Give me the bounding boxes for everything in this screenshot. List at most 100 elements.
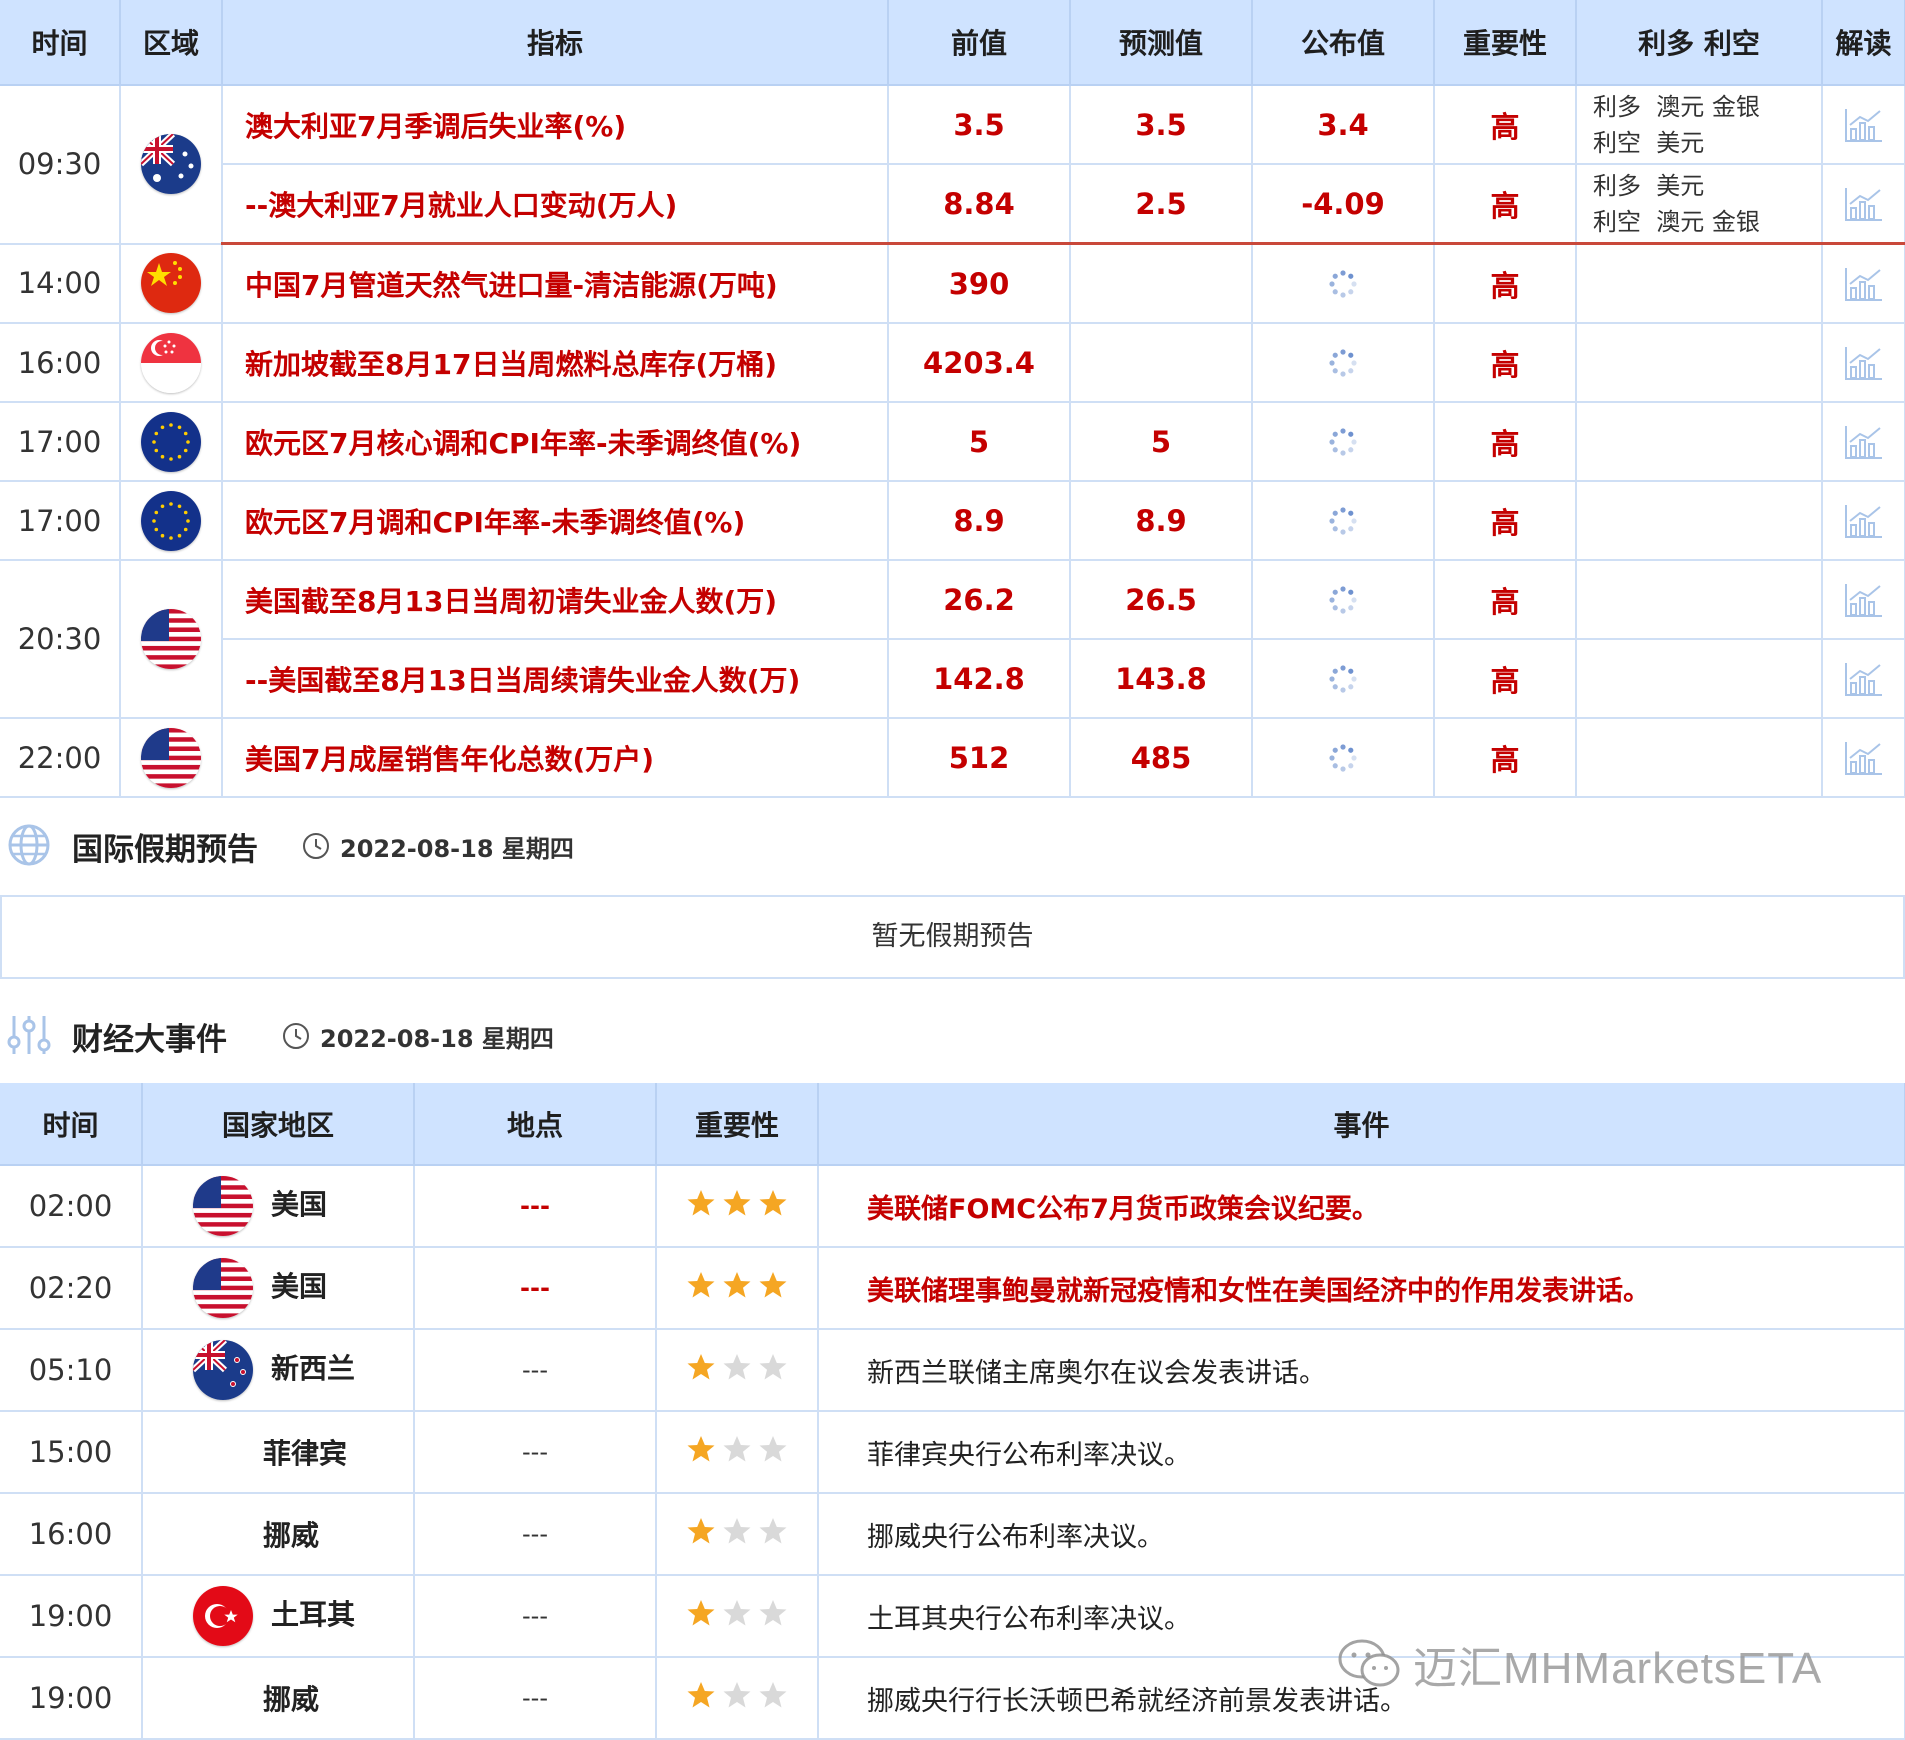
event-row: 05:10 新西兰 --- 新西兰联储主席奥尔在议会发表讲话。 bbox=[0, 1329, 1905, 1412]
actual-value-pending bbox=[1252, 402, 1435, 482]
events-section-date: 2022-08-18 星期四 bbox=[320, 1025, 554, 1053]
interpret-chart-button[interactable] bbox=[1822, 718, 1905, 798]
region-flag-cell bbox=[120, 560, 223, 719]
star-icon bbox=[687, 1271, 715, 1297]
bear-text: 利空 美元 bbox=[1593, 128, 1705, 157]
holiday-section-date: 2022-08-18 星期四 bbox=[340, 835, 574, 863]
star-icon bbox=[723, 1271, 751, 1297]
col-importance: 重要性 bbox=[1434, 0, 1577, 86]
release-time: 14:00 bbox=[0, 243, 121, 324]
china-flag-icon bbox=[141, 253, 201, 314]
interpret-chart-button[interactable] bbox=[1822, 243, 1905, 324]
importance-stars bbox=[686, 1680, 788, 1710]
indicator-row: --澳大利亚7月就业人口变动(万人) 8.84 2.5 -4.09 高利多 美元 利空 澳… bbox=[0, 164, 1905, 245]
event-description[interactable]: 挪威央行公布利率决议。 bbox=[818, 1493, 1905, 1576]
loading-spinner-icon bbox=[1253, 505, 1433, 537]
bull-bear-cell: 利多 美元 利空 澳元 金银 bbox=[1576, 164, 1823, 245]
event-description[interactable]: 美联储理事鲍曼就新冠疫情和女性在美国经济中的作用发表讲话。 bbox=[818, 1247, 1905, 1330]
importance-level: 高 bbox=[1434, 481, 1577, 561]
release-time: 22:00 bbox=[0, 718, 121, 798]
interpret-chart-button[interactable] bbox=[1822, 639, 1905, 719]
star-icon bbox=[723, 1599, 751, 1625]
indicator-name[interactable]: --澳大利亚7月就业人口变动(万人) bbox=[222, 164, 889, 245]
star-icon bbox=[759, 1517, 787, 1543]
importance-level: 高 bbox=[1434, 718, 1577, 798]
clock-icon bbox=[283, 1023, 309, 1049]
indicator-row: --美国截至8月13日当周续请失业金人数(万) 142.8 143.8 高 bbox=[0, 639, 1905, 719]
indicator-row: 14:00 中国7月管道天然气进口量-清洁能源(万吨) 390 高 bbox=[0, 243, 1905, 324]
importance-level: 高 bbox=[1434, 164, 1577, 245]
loading-spinner-icon bbox=[1253, 268, 1433, 300]
col-interpret: 解读 bbox=[1822, 0, 1905, 86]
interpret-chart-button[interactable] bbox=[1822, 85, 1905, 165]
chart-icon bbox=[1823, 345, 1904, 381]
event-country: 美国 bbox=[142, 1247, 415, 1330]
interpret-chart-button[interactable] bbox=[1822, 323, 1905, 403]
event-description[interactable]: 菲律宾央行公布利率决议。 bbox=[818, 1411, 1905, 1494]
indicator-name[interactable]: 欧元区7月核心调和CPI年率-未季调终值(%) bbox=[222, 402, 889, 482]
bear-text: 利空 澳元 金银 bbox=[1593, 207, 1760, 236]
bull-bear-cell bbox=[1576, 639, 1823, 719]
event-row: 02:20 美国 --- 美联储理事鲍曼就新冠疫情和女性在美国经济中的作用发表讲话。 bbox=[0, 1247, 1905, 1330]
star-icon bbox=[687, 1189, 715, 1215]
loading-spinner-icon bbox=[1253, 742, 1433, 774]
event-place: --- bbox=[414, 1247, 657, 1330]
importance-stars bbox=[686, 1598, 788, 1628]
chart-icon bbox=[1823, 107, 1904, 143]
loading-spinner-icon bbox=[1253, 584, 1433, 616]
actual-value: -4.09 bbox=[1252, 164, 1435, 245]
chart-icon bbox=[1823, 661, 1904, 697]
event-description[interactable]: 美联储FOMC公布7月货币政策会议纪要。 bbox=[818, 1165, 1905, 1248]
star-icon bbox=[759, 1353, 787, 1379]
forecast-value: 5 bbox=[1070, 402, 1253, 482]
usa-flag-icon bbox=[193, 1176, 253, 1236]
no-holiday-notice: 暂无假期预告 bbox=[0, 895, 1905, 979]
actual-value: 3.4 bbox=[1252, 85, 1435, 165]
col-previous: 前值 bbox=[888, 0, 1071, 86]
indicator-name[interactable]: --美国截至8月13日当周续请失业金人数(万) bbox=[222, 639, 889, 719]
forecast-value bbox=[1070, 243, 1253, 324]
chart-icon bbox=[1823, 582, 1904, 618]
event-row: 16:00 挪威 --- 挪威央行公布利率决议。 bbox=[0, 1493, 1905, 1576]
indicator-name[interactable]: 美国7月成屋销售年化总数(万户) bbox=[222, 718, 889, 798]
previous-value: 8.9 bbox=[888, 481, 1071, 561]
event-description[interactable]: 新西兰联储主席奥尔在议会发表讲话。 bbox=[818, 1329, 1905, 1412]
bull-bear-cell bbox=[1576, 560, 1823, 640]
chart-icon bbox=[1823, 186, 1904, 222]
importance-stars bbox=[686, 1352, 788, 1382]
bull-bear-cell bbox=[1576, 243, 1823, 324]
actual-value-pending bbox=[1252, 560, 1435, 640]
importance-stars bbox=[686, 1516, 788, 1546]
event-time: 16:00 bbox=[0, 1493, 143, 1576]
indicator-name[interactable]: 美国截至8月13日当周初请失业金人数(万) bbox=[222, 560, 889, 640]
importance-stars bbox=[686, 1188, 788, 1218]
indicator-name[interactable]: 新加坡截至8月17日当周燃料总库存(万桶) bbox=[222, 323, 889, 403]
release-time: 17:00 bbox=[0, 402, 121, 482]
sliders-icon bbox=[7, 1016, 51, 1054]
indicator-name[interactable]: 欧元区7月调和CPI年率-未季调终值(%) bbox=[222, 481, 889, 561]
watermark: 迈汇MHMarketsETA bbox=[1335, 1636, 1822, 1693]
clock-icon bbox=[303, 833, 329, 859]
indicator-name[interactable]: 中国7月管道天然气进口量-清洁能源(万吨) bbox=[222, 243, 889, 324]
bull-bear-cell bbox=[1576, 718, 1823, 798]
region-flag-cell bbox=[120, 85, 223, 245]
turkey-flag-icon bbox=[193, 1586, 253, 1646]
indicator-row: 20:30 美国截至8月13日当周初请失业金人数(万) 26.2 26.5 高 bbox=[0, 560, 1905, 719]
previous-value: 5 bbox=[888, 402, 1071, 482]
importance-stars bbox=[686, 1434, 788, 1464]
event-importance bbox=[656, 1657, 819, 1740]
interpret-chart-button[interactable] bbox=[1822, 481, 1905, 561]
star-icon bbox=[723, 1353, 751, 1379]
region-flag-cell bbox=[120, 323, 223, 403]
release-time: 16:00 bbox=[0, 323, 121, 403]
indicator-name[interactable]: 澳大利亚7月季调后失业率(%) bbox=[222, 85, 889, 165]
star-icon bbox=[759, 1271, 787, 1297]
star-icon bbox=[687, 1681, 715, 1707]
release-time: 17:00 bbox=[0, 481, 121, 561]
interpret-chart-button[interactable] bbox=[1822, 560, 1905, 640]
actual-value-pending bbox=[1252, 718, 1435, 798]
interpret-chart-button[interactable] bbox=[1822, 164, 1905, 245]
event-importance bbox=[656, 1411, 819, 1494]
previous-value: 26.2 bbox=[888, 560, 1071, 640]
interpret-chart-button[interactable] bbox=[1822, 402, 1905, 482]
